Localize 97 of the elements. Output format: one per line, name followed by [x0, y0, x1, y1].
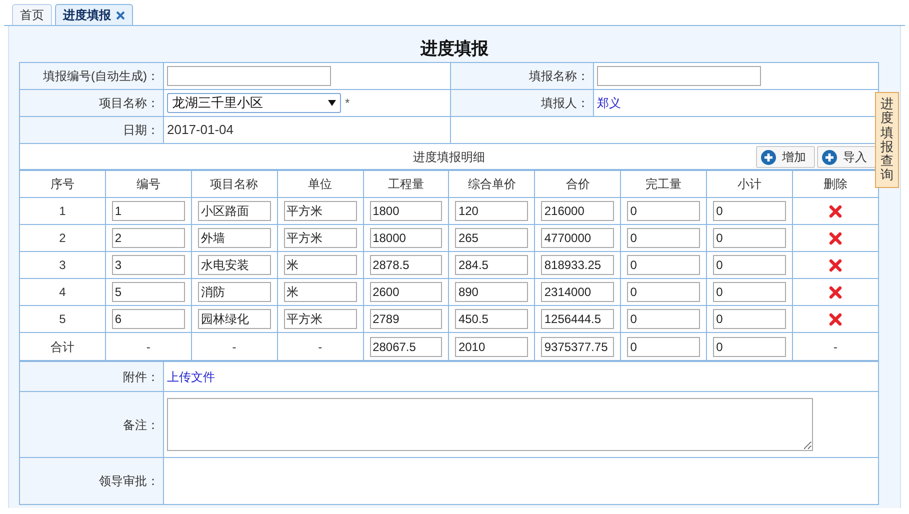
input-field[interactable]: 450.5 — [455, 309, 528, 329]
delete-icon[interactable] — [829, 286, 842, 298]
required-mark: * — [345, 95, 350, 112]
project-dropdown[interactable]: 龙湖三千里小区 — [167, 93, 341, 113]
plus-icon — [822, 150, 837, 164]
field-label: 领导审批： — [99, 474, 159, 488]
input-field[interactable]: 0 — [627, 228, 700, 248]
input-field[interactable]: 0 — [627, 282, 700, 302]
row-number: 1 — [59, 204, 66, 218]
toolbar-button[interactable]: 导入 — [817, 146, 876, 168]
close-icon[interactable] — [116, 10, 125, 20]
input-field[interactable]: 0 — [713, 282, 786, 302]
input-field[interactable]: 1800 — [370, 201, 442, 221]
input-field[interactable]: 0 — [627, 336, 700, 356]
input-field[interactable]: 5 — [112, 282, 185, 302]
row-number: 4 — [59, 285, 66, 299]
input-field[interactable]: 1256444.5 — [541, 309, 614, 329]
column-header: 删除 — [824, 177, 848, 191]
column-header: 项目名称 — [210, 177, 258, 191]
row-number: 3 — [59, 258, 66, 272]
input-field[interactable]: 2010 — [455, 336, 528, 356]
input-field[interactable]: 0 — [627, 309, 700, 329]
input-field[interactable]: 2 — [112, 228, 185, 248]
input-field[interactable]: 小区路面 — [198, 201, 271, 221]
column-header: 序号 — [50, 177, 74, 191]
plus-icon — [761, 150, 776, 164]
field-label: 填报编号(自动生成)： — [43, 69, 159, 83]
empty-mark: - — [232, 340, 236, 354]
column-header: 完工量 — [646, 177, 682, 191]
delete-icon[interactable] — [829, 312, 842, 326]
row-number: 2 — [59, 231, 66, 245]
field-label: 填报名称： — [529, 69, 589, 83]
empty-mark: - — [146, 340, 150, 354]
section-title: 进度填报明细 — [413, 148, 485, 166]
input-field[interactable]: 818933.25 — [541, 255, 614, 275]
input-field[interactable]: 外墙 — [198, 228, 271, 248]
delete-icon[interactable] — [829, 258, 842, 272]
input-field[interactable]: 水电安装 — [198, 255, 271, 275]
input-field[interactable] — [597, 66, 761, 86]
input-field[interactable] — [167, 66, 331, 86]
dropdown-arrow-icon — [328, 100, 336, 106]
input-field[interactable]: 216000 — [541, 201, 614, 221]
input-field[interactable]: 平方米 — [284, 309, 357, 329]
input-field[interactable]: 2789 — [370, 309, 442, 329]
input-field[interactable]: 米 — [284, 282, 357, 302]
delete-icon[interactable] — [829, 204, 842, 218]
input-field[interactable]: 2600 — [370, 282, 442, 302]
row-number: 5 — [59, 312, 66, 326]
field-label: 备注： — [123, 418, 159, 432]
input-field[interactable]: 2314000 — [541, 282, 614, 302]
input-field[interactable]: 18000 — [370, 228, 442, 248]
column-header: 编号 — [136, 177, 160, 191]
input-field[interactable]: 平方米 — [284, 201, 357, 221]
input-field[interactable]: 0 — [713, 201, 786, 221]
field-label: 填报人： — [541, 96, 589, 110]
toolbar-button[interactable]: 增加 — [756, 146, 815, 168]
upload-link[interactable]: 上传文件 — [167, 370, 215, 384]
input-field[interactable]: 园林绿化 — [198, 309, 271, 329]
total-label: 合计 — [50, 340, 74, 354]
input-field[interactable]: 0 — [713, 228, 786, 248]
input-field[interactable]: 284.5 — [455, 255, 528, 275]
input-field[interactable]: 9375377.75 — [541, 336, 614, 356]
input-field[interactable]: 120 — [455, 201, 528, 221]
input-field[interactable]: 2878.5 — [370, 255, 442, 275]
date-value: 2017-01-04 — [167, 122, 234, 138]
field-label: 附件： — [123, 370, 159, 384]
column-header: 单位 — [308, 177, 332, 191]
input-field[interactable]: 265 — [455, 228, 528, 248]
input-field[interactable]: 890 — [455, 282, 528, 302]
input-field[interactable]: 1 — [112, 201, 185, 221]
input-field[interactable]: 3 — [112, 255, 185, 275]
empty-mark: - — [318, 340, 322, 354]
input-field[interactable]: 6 — [112, 309, 185, 329]
column-header: 小计 — [738, 177, 762, 191]
page-title: 进度填报 — [419, 38, 490, 60]
remark-textarea[interactable] — [167, 398, 813, 451]
input-field[interactable]: 0 — [713, 336, 786, 356]
input-field[interactable]: 平方米 — [284, 228, 357, 248]
input-field[interactable]: 米 — [284, 255, 357, 275]
column-header: 综合单价 — [468, 177, 516, 191]
input-field[interactable]: 0 — [627, 201, 700, 221]
reporter-name: 郑义 — [597, 96, 621, 110]
tab[interactable]: 进度填报 — [55, 4, 133, 25]
column-header: 合价 — [566, 177, 590, 191]
empty-mark: - — [834, 340, 838, 354]
input-field[interactable]: 4770000 — [541, 228, 614, 248]
input-field[interactable]: 0 — [627, 255, 700, 275]
input-field[interactable]: 28067.5 — [370, 336, 442, 356]
input-field[interactable]: 消防 — [198, 282, 271, 302]
tab[interactable]: 首页 — [12, 4, 52, 25]
field-label: 项目名称： — [99, 96, 159, 110]
input-field[interactable]: 0 — [713, 309, 786, 329]
side-tab[interactable]: 进度填报查询 — [875, 92, 899, 188]
column-header: 工程量 — [388, 177, 424, 191]
delete-icon[interactable] — [829, 232, 842, 244]
field-label: 日期： — [123, 123, 159, 137]
input-field[interactable]: 0 — [713, 255, 786, 275]
